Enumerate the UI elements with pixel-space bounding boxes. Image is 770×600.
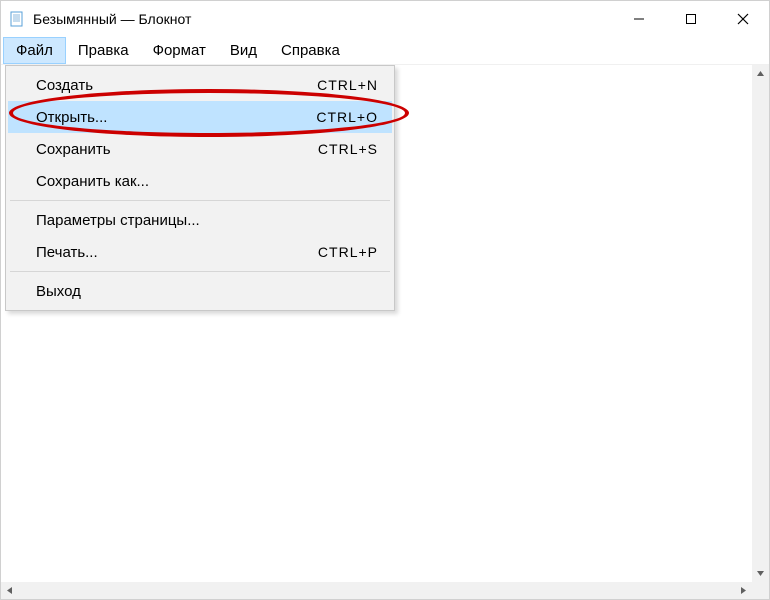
menu-item-open-label: Открыть...	[36, 109, 107, 126]
menu-edit[interactable]: Правка	[66, 37, 141, 64]
menu-item-save[interactable]: Сохранить CTRL+S	[8, 133, 392, 165]
maximize-button[interactable]	[665, 1, 717, 37]
notepad-icon	[9, 11, 25, 27]
menu-help-label: Справка	[281, 42, 340, 59]
menu-edit-label: Правка	[78, 42, 129, 59]
menu-item-print[interactable]: Печать... CTRL+P	[8, 236, 392, 268]
minimize-button[interactable]	[613, 1, 665, 37]
menu-file[interactable]: Файл	[3, 37, 66, 64]
text-area[interactable]: Создать CTRL+N Открыть... CTRL+O Сохрани…	[1, 65, 769, 599]
window-title: Безымянный — Блокнот	[33, 11, 191, 27]
window-controls	[613, 1, 769, 37]
menu-item-page-setup-label: Параметры страницы...	[36, 212, 200, 229]
scroll-left-arrow-icon[interactable]	[1, 582, 18, 599]
menu-item-save-label: Сохранить	[36, 141, 111, 158]
scroll-down-arrow-icon[interactable]	[752, 565, 769, 582]
menu-item-print-shortcut: CTRL+P	[318, 244, 378, 260]
menu-item-print-label: Печать...	[36, 244, 98, 261]
menu-item-page-setup[interactable]: Параметры страницы...	[8, 204, 392, 236]
menu-format-label: Формат	[153, 42, 206, 59]
notepad-window: Безымянный — Блокнот Файл Правка Формат …	[0, 0, 770, 600]
menu-item-save-shortcut: CTRL+S	[318, 141, 378, 157]
menu-item-new[interactable]: Создать CTRL+N	[8, 69, 392, 101]
menu-separator	[10, 200, 390, 201]
menu-file-label: Файл	[16, 42, 53, 59]
horizontal-scrollbar[interactable]	[1, 582, 752, 599]
menu-help[interactable]: Справка	[269, 37, 352, 64]
menu-view[interactable]: Вид	[218, 37, 269, 64]
close-button[interactable]	[717, 1, 769, 37]
scroll-right-arrow-icon[interactable]	[735, 582, 752, 599]
file-menu-dropdown: Создать CTRL+N Открыть... CTRL+O Сохрани…	[5, 65, 395, 311]
scroll-up-arrow-icon[interactable]	[752, 65, 769, 82]
titlebar: Безымянный — Блокнот	[1, 1, 769, 37]
menu-item-exit[interactable]: Выход	[8, 275, 392, 307]
vertical-scroll-track[interactable]	[752, 82, 769, 565]
menu-item-open[interactable]: Открыть... CTRL+O	[8, 101, 392, 133]
menu-item-new-label: Создать	[36, 77, 93, 94]
menu-item-new-shortcut: CTRL+N	[317, 77, 378, 93]
menubar: Файл Правка Формат Вид Справка	[1, 37, 769, 65]
menu-format[interactable]: Формат	[141, 37, 218, 64]
scroll-corner	[752, 582, 769, 599]
menu-view-label: Вид	[230, 42, 257, 59]
menu-item-exit-label: Выход	[36, 283, 81, 300]
vertical-scrollbar[interactable]	[752, 65, 769, 582]
menu-item-save-as[interactable]: Сохранить как...	[8, 165, 392, 197]
menu-item-open-shortcut: CTRL+O	[316, 109, 378, 125]
menu-item-save-as-label: Сохранить как...	[36, 173, 149, 190]
menu-separator	[10, 271, 390, 272]
horizontal-scroll-track[interactable]	[18, 582, 735, 599]
